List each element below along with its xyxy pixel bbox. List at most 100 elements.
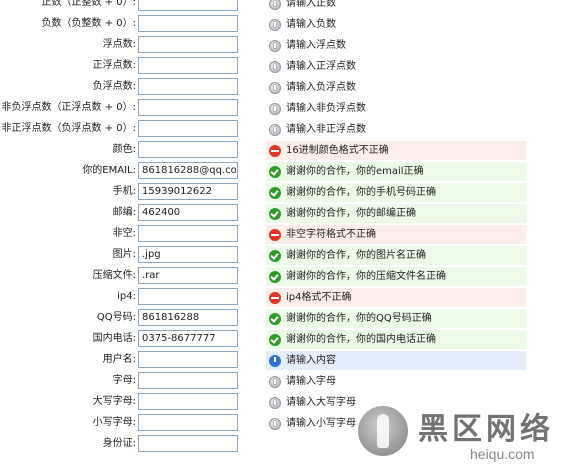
form-row: 字母: 请输入字母	[0, 371, 588, 392]
check-icon	[269, 313, 281, 325]
text-input[interactable]	[138, 141, 238, 158]
error-icon	[269, 229, 281, 241]
error-icon	[269, 292, 281, 304]
validation-message-text: 请输入非正浮点数	[286, 124, 366, 135]
form-row: 负浮点数: 请输入负浮点数	[0, 77, 588, 98]
text-input[interactable]	[138, 372, 238, 389]
info-icon	[269, 82, 281, 94]
validation-message-text: 请输入非负浮点数	[286, 103, 366, 114]
validation-message-text: 请输入浮点数	[286, 40, 346, 51]
field-label: 颜色:	[112, 144, 136, 155]
watermark-text: 黑区网络	[418, 412, 554, 447]
validation-message: 请输入浮点数	[266, 36, 526, 55]
validation-message: 谢谢你的合作，你的QQ号码正确	[266, 309, 526, 328]
info-icon	[269, 40, 281, 52]
field-label: 用户名:	[102, 354, 136, 365]
field-label: 邮编:	[112, 207, 136, 218]
validation-message: 非空字符格式不正确	[266, 225, 526, 244]
error-icon	[269, 145, 281, 157]
text-input[interactable]: 0375-8677777	[138, 330, 238, 347]
text-input[interactable]	[138, 57, 238, 74]
validation-message: 请输入内容	[266, 351, 526, 370]
form-row: 负数（负整数 + 0）: 请输入负数	[0, 14, 588, 35]
validation-message: 请输入字母	[266, 372, 526, 391]
field-label: 负数（负整数 + 0）:	[41, 18, 136, 29]
text-input[interactable]	[138, 288, 238, 305]
form-row: 压缩文件: .rar 谢谢你的合作，你的压缩文件名正确	[0, 266, 588, 287]
form-row: 正数（正整数 + 0）: 请输入正数	[0, 0, 588, 14]
check-icon	[269, 166, 281, 178]
watermark-logo-icon	[358, 406, 408, 456]
field-label: 图片:	[112, 249, 136, 260]
info-icon	[269, 376, 281, 388]
field-label: 手机:	[112, 186, 136, 197]
text-input[interactable]	[138, 99, 238, 116]
info-icon	[269, 19, 281, 31]
text-input[interactable]: .rar	[138, 267, 238, 284]
validation-message-text: 谢谢你的合作，你的压缩文件名正确	[286, 271, 446, 282]
validation-message: 请输入正数	[266, 0, 526, 13]
validation-message: 请输入非正浮点数	[266, 120, 526, 139]
form-row: 浮点数: 请输入浮点数	[0, 35, 588, 56]
text-input[interactable]	[138, 414, 238, 431]
text-input[interactable]	[138, 15, 238, 32]
field-label: 非负浮点数（正浮点数 + 0）:	[1, 102, 136, 113]
validation-message-text: 请输入字母	[286, 376, 336, 387]
form-row: 正浮点数: 请输入正浮点数	[0, 56, 588, 77]
validation-message-text: 16进制颜色格式不正确	[286, 145, 389, 156]
text-input[interactable]	[138, 225, 238, 242]
validation-message: 请输入负浮点数	[266, 78, 526, 97]
form-row: ip4: ip4格式不正确	[0, 287, 588, 308]
field-label: 国内电话:	[92, 333, 136, 344]
form-row: 手机: 15939012622 谢谢你的合作，你的手机号码正确	[0, 182, 588, 203]
text-input[interactable]	[138, 36, 238, 53]
focus-info-icon	[269, 355, 281, 367]
form-row: 非负浮点数（正浮点数 + 0）: 请输入非负浮点数	[0, 98, 588, 119]
form-row: 非正浮点数（负浮点数 + 0）: 请输入非正浮点数	[0, 119, 588, 140]
validation-message: 谢谢你的合作，你的email正确	[266, 162, 526, 181]
text-input[interactable]	[138, 393, 238, 410]
text-input[interactable]: 462400	[138, 204, 238, 221]
text-input[interactable]	[138, 120, 238, 137]
field-label: 字母:	[112, 375, 136, 386]
check-icon	[269, 250, 281, 262]
validation-message-text: 谢谢你的合作，你的email正确	[286, 166, 424, 177]
form-row: 非空: 非空字符格式不正确	[0, 224, 588, 245]
validation-message-text: 谢谢你的合作，你的手机号码正确	[286, 187, 436, 198]
validation-message-text: 请输入内容	[286, 355, 336, 366]
info-icon	[269, 103, 281, 115]
text-input[interactable]	[138, 435, 238, 452]
form-row: 邮编: 462400 谢谢你的合作，你的邮编正确	[0, 203, 588, 224]
validation-message: 谢谢你的合作，你的邮编正确	[266, 204, 526, 223]
watermark-url: heiqu.com	[470, 446, 535, 462]
field-label: QQ号码:	[96, 312, 136, 323]
validation-message-text: 请输入正浮点数	[286, 61, 356, 72]
validation-message-text: 请输入小写字母	[286, 418, 356, 429]
form-row: QQ号码: 861816288 谢谢你的合作，你的QQ号码正确	[0, 308, 588, 329]
text-input[interactable]	[138, 0, 238, 11]
validation-message-text: 谢谢你的合作，你的图片名正确	[286, 250, 426, 261]
validation-message: 请输入负数	[266, 15, 526, 34]
field-label: 小写字母:	[92, 417, 136, 428]
text-input[interactable]	[138, 351, 238, 368]
text-input[interactable]: 15939012622	[138, 183, 238, 200]
field-label: 正浮点数:	[92, 60, 136, 71]
validation-message-text: 请输入负数	[286, 19, 336, 30]
info-icon	[269, 61, 281, 73]
text-input[interactable]: .jpg	[138, 246, 238, 263]
text-input[interactable]	[138, 78, 238, 95]
validation-message-text: 谢谢你的合作，你的国内电话正确	[286, 334, 436, 345]
check-icon	[269, 334, 281, 346]
text-input[interactable]: 861816288@qq.com	[138, 162, 238, 179]
validation-message-text: 谢谢你的合作，你的邮编正确	[286, 208, 416, 219]
validation-message-text: 请输入正数	[286, 0, 336, 9]
field-label: 大写字母:	[92, 396, 136, 407]
validation-message-text: 谢谢你的合作，你的QQ号码正确	[286, 313, 432, 324]
validation-message: ip4格式不正确	[266, 288, 526, 307]
field-label: 正数（正整数 + 0）:	[41, 0, 136, 8]
check-icon	[269, 271, 281, 283]
text-input[interactable]: 861816288	[138, 309, 238, 326]
validation-message: 请输入正浮点数	[266, 57, 526, 76]
info-icon	[269, 397, 281, 409]
field-label: 你的EMAIL:	[82, 165, 136, 176]
